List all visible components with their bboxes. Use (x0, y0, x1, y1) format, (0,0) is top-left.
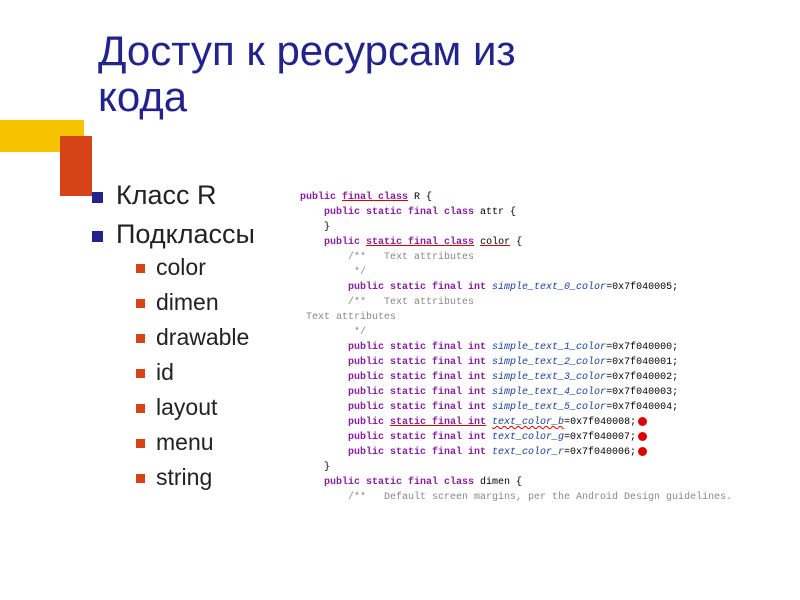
code-token: public static final class (300, 477, 480, 488)
code-token: simple_text_5_color (492, 402, 606, 413)
code-token: public static final int (300, 282, 492, 293)
code-token: static final class (366, 237, 474, 248)
code-token: public static final int (300, 432, 492, 443)
code-token: */ (300, 267, 366, 278)
code-token: Text attributes (300, 312, 396, 323)
code-token: =0x7f040000; (606, 342, 678, 353)
list-item-label: menu (156, 429, 214, 455)
code-token: =0x7f040003; (606, 387, 678, 398)
list-item-label: string (156, 464, 212, 490)
list-item-label: drawable (156, 324, 249, 350)
list-item-label: dimen (156, 289, 219, 315)
code-token: text_color_b (492, 417, 564, 428)
code-token: public static final int (300, 357, 492, 368)
code-token: color (480, 237, 510, 248)
code-token: =0x7f040007; (564, 432, 636, 443)
code-token: { (510, 477, 522, 488)
code-token: public static final class (300, 207, 480, 218)
code-token: /** Text attributes (300, 297, 474, 308)
code-token: public static final int (300, 402, 492, 413)
code-token: public (300, 192, 342, 203)
code-token: attr (480, 207, 504, 218)
code-token: public (300, 417, 390, 428)
code-token: public static final int (300, 447, 492, 458)
code-token: =0x7f040006; (564, 447, 636, 458)
error-dot-icon (638, 447, 647, 456)
code-token: dimen (480, 477, 510, 488)
code-token: simple_text_1_color (492, 342, 606, 353)
code-token: simple_text_3_color (492, 372, 606, 383)
code-token: =0x7f040008; (564, 417, 636, 428)
list-item-label: color (156, 254, 206, 280)
code-token: text_color_g (492, 432, 564, 443)
code-token: { (510, 237, 522, 248)
code-token: static final int (390, 417, 486, 428)
code-token: */ (300, 327, 366, 338)
code-token: text_color_r (492, 447, 564, 458)
code-token: =0x7f040002; (606, 372, 678, 383)
code-token: R { (408, 192, 432, 203)
code-token: } (300, 462, 330, 473)
code-token: =0x7f040004; (606, 402, 678, 413)
code-token: public static final int (300, 372, 492, 383)
list-item-label: Класс R (116, 180, 217, 210)
code-snippet: public final class R { public static fin… (300, 190, 798, 505)
code-token: simple_text_2_color (492, 357, 606, 368)
list-item-label: layout (156, 394, 217, 420)
code-token: /** Text attributes (300, 252, 474, 263)
code-token: simple_text_4_color (492, 387, 606, 398)
error-dot-icon (638, 432, 647, 441)
code-token: /** Default screen margins, per the Andr… (300, 492, 732, 503)
code-token: public static final int (300, 342, 492, 353)
code-token: final class (342, 192, 408, 203)
title-line-2: кода (98, 73, 187, 120)
code-token: public static final int (300, 387, 492, 398)
title-line-1: Доступ к ресурсам из (98, 27, 516, 74)
code-token: { (504, 207, 516, 218)
error-dot-icon (638, 417, 647, 426)
code-token: simple_text_0_color (492, 282, 606, 293)
list-item-label: id (156, 359, 174, 385)
list-item-label: Подклассы (116, 219, 255, 249)
code-token: =0x7f040001; (606, 357, 678, 368)
code-token: public (300, 237, 366, 248)
code-token: =0x7f040005; (606, 282, 678, 293)
code-token: } (300, 222, 330, 233)
slide-title: Доступ к ресурсам из кода (98, 28, 516, 120)
